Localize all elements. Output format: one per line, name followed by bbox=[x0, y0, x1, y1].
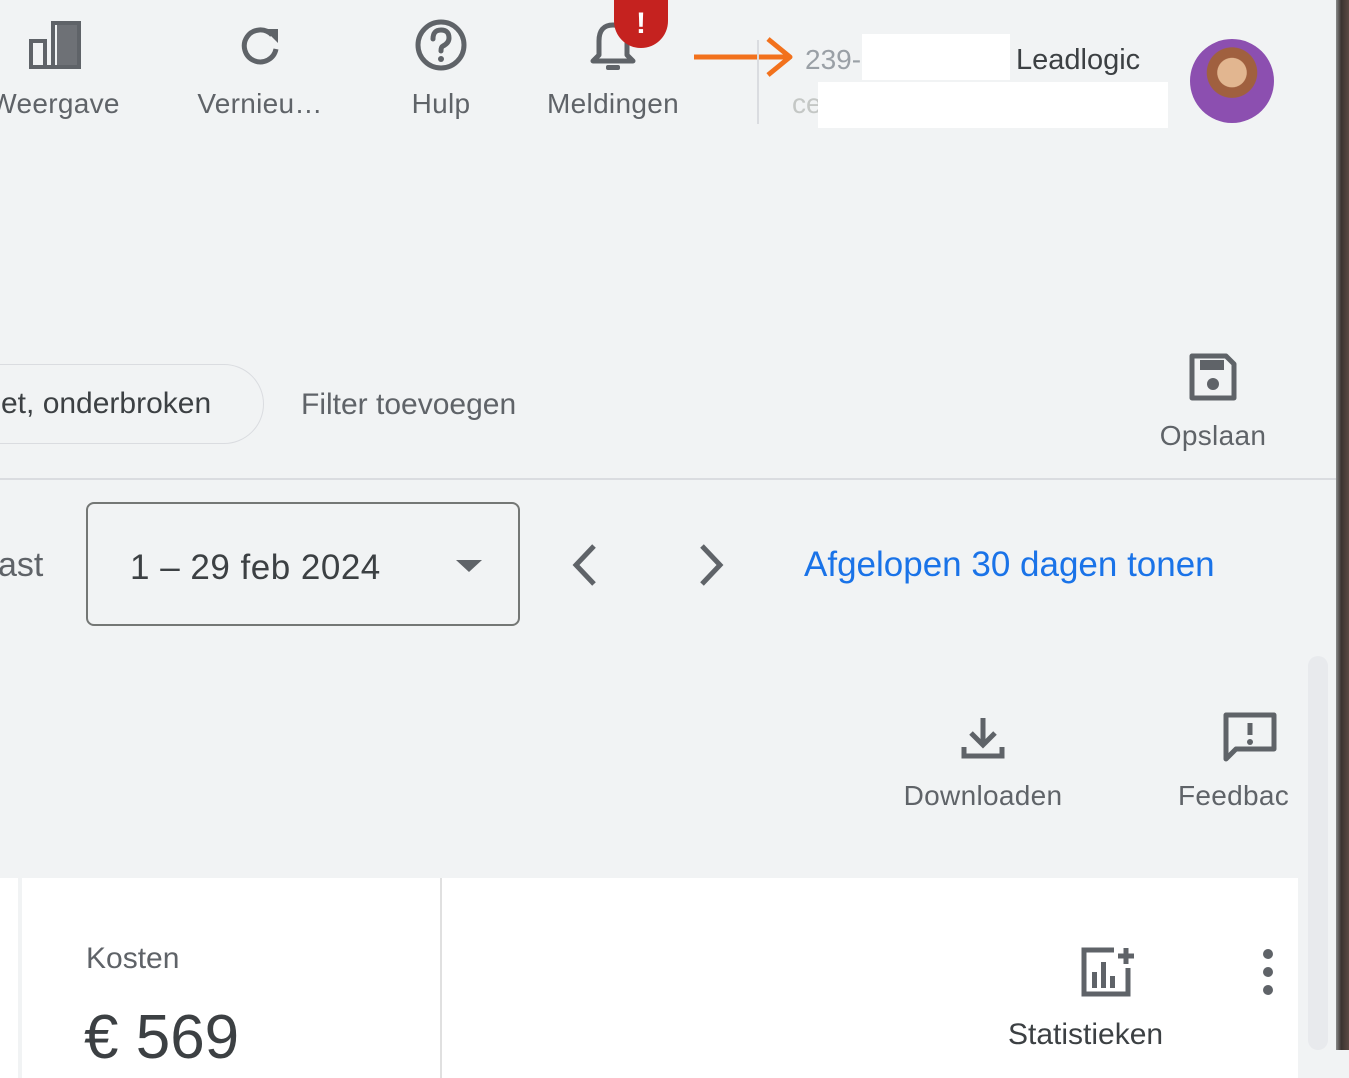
help-circle-icon bbox=[414, 14, 468, 76]
statistics-label: Statistieken bbox=[1008, 1018, 1164, 1051]
save-button[interactable]: Opslaan bbox=[1150, 346, 1276, 452]
chevron-right-icon bbox=[700, 544, 724, 586]
next-period-button[interactable] bbox=[686, 540, 736, 590]
date-range-value: 1 – 29 feb 2024 bbox=[130, 548, 381, 587]
card-divider bbox=[440, 878, 442, 1078]
chevron-left-icon bbox=[572, 544, 596, 586]
more-vert-icon[interactable] bbox=[1258, 948, 1278, 1001]
toolbar-notifications-label: Meldingen bbox=[547, 88, 679, 119]
redaction bbox=[818, 82, 1168, 128]
cost-label: Kosten bbox=[86, 942, 180, 975]
avatar[interactable] bbox=[1190, 39, 1274, 123]
save-icon bbox=[1188, 346, 1238, 408]
add-chart-icon[interactable] bbox=[1080, 946, 1136, 1003]
toolbar-weergave[interactable]: Weergave bbox=[0, 14, 130, 120]
feedback-label: Feedbac bbox=[1178, 780, 1290, 811]
feedback-icon bbox=[1222, 706, 1278, 768]
divider bbox=[0, 478, 1336, 480]
toolbar-divider bbox=[757, 40, 759, 124]
window-edge bbox=[1336, 0, 1349, 1050]
toolbar-refresh[interactable]: Vernieu… bbox=[190, 14, 330, 120]
date-compare-label: ast bbox=[0, 546, 44, 584]
toolbar-refresh-label: Vernieu… bbox=[197, 88, 323, 119]
date-range-picker[interactable]: 1 – 29 feb 2024 bbox=[86, 502, 520, 626]
cost-value: € 569 bbox=[84, 1003, 240, 1072]
toolbar-weergave-label: Weergave bbox=[0, 88, 120, 119]
add-filter-button[interactable]: Filter toevoegen bbox=[301, 388, 516, 422]
download-button[interactable]: Downloaden bbox=[890, 706, 1076, 812]
toolbar-help[interactable]: Hulp bbox=[390, 14, 492, 120]
toolbar-notifications[interactable]: Meldingen bbox=[534, 14, 692, 120]
feedback-button[interactable]: Feedbac bbox=[1178, 706, 1308, 812]
previous-period-button[interactable] bbox=[560, 540, 610, 590]
status-filter-chip[interactable]: et, onderbroken bbox=[0, 364, 264, 444]
bar-chart-icon bbox=[27, 14, 83, 76]
redaction bbox=[862, 34, 1010, 80]
refresh-icon bbox=[236, 14, 284, 76]
metric-card bbox=[0, 878, 18, 1078]
download-label: Downloaden bbox=[903, 780, 1063, 811]
toolbar-help-label: Hulp bbox=[411, 88, 471, 119]
caret-down-icon bbox=[454, 558, 484, 579]
status-filter-chip-label: et, onderbroken bbox=[1, 387, 212, 420]
save-label: Opslaan bbox=[1159, 420, 1267, 451]
account-name: Leadlogic bbox=[1016, 44, 1141, 76]
last-30-days-link[interactable]: Afgelopen 30 dagen tonen bbox=[804, 545, 1215, 585]
scrollbar[interactable] bbox=[1308, 656, 1328, 1050]
download-icon bbox=[960, 706, 1006, 768]
